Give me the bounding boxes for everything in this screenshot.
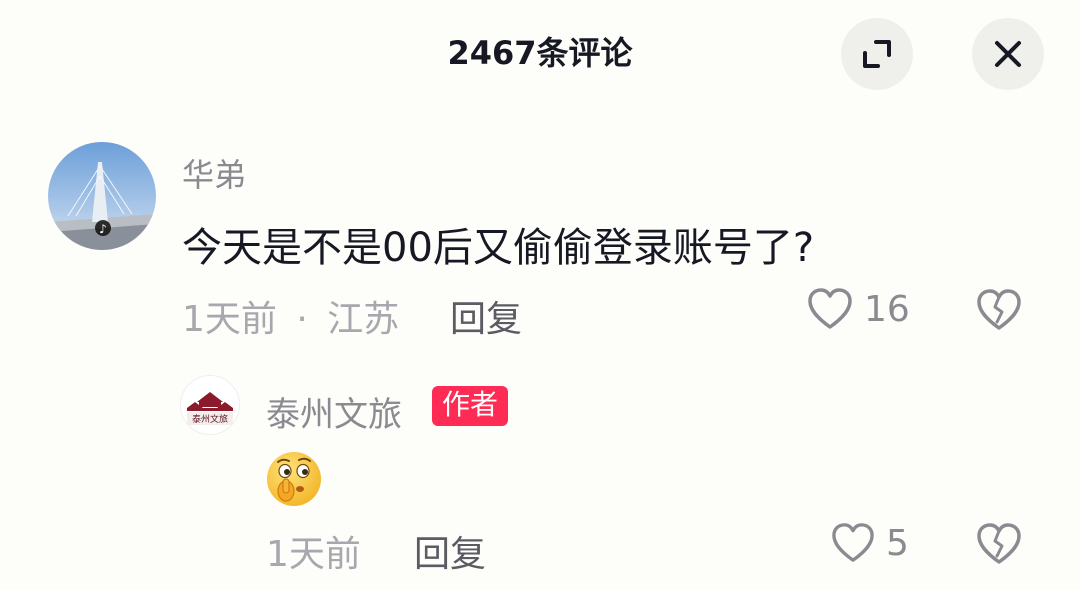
heart-outline-icon (808, 288, 852, 329)
author-like-count: 5 (886, 522, 909, 564)
meta-separator: · (296, 299, 308, 340)
author-avatar[interactable]: 泰州文旅 (180, 375, 240, 435)
author-like-button[interactable]: 5 (830, 522, 909, 564)
close-icon (995, 41, 1021, 67)
shushing-face-emoji (264, 449, 324, 513)
author-badge: 作者 (432, 386, 509, 426)
reply-time: 1天前 (266, 534, 361, 575)
like-count: 16 (864, 288, 910, 330)
expand-button[interactable] (841, 18, 913, 90)
author-username[interactable]: 泰州文旅 (266, 387, 402, 436)
close-button[interactable] (972, 18, 1044, 90)
broken-heart-icon (977, 523, 1021, 564)
expand-icon (863, 40, 891, 68)
comment-meta: 1天前 · 江苏 (182, 290, 399, 342)
comments-count-title: 2467条评论 (447, 34, 633, 72)
comment-location: 江苏 (327, 299, 400, 340)
broken-heart-icon (977, 289, 1021, 330)
author-logo: 泰州文旅 (181, 376, 239, 434)
comment-time: 1天前 (182, 299, 277, 340)
svg-text:♪: ♪ (99, 222, 107, 236)
author-logo-text: 泰州文旅 (192, 413, 228, 425)
comment-username[interactable]: 华弟 (182, 150, 246, 196)
like-button[interactable]: 16 (806, 287, 910, 331)
heart-outline-icon (832, 523, 874, 562)
reply-button[interactable]: 回复 (450, 290, 522, 342)
author-dislike-button[interactable] (975, 522, 1023, 570)
dislike-button[interactable] (975, 288, 1023, 336)
author-reply-button[interactable]: 回复 (414, 525, 486, 577)
avatar-bridge-image: ♪ (48, 142, 156, 250)
comment-text: 今天是不是00后又偷偷登录账号了? (182, 225, 815, 271)
user-avatar[interactable]: ♪ (48, 142, 156, 250)
